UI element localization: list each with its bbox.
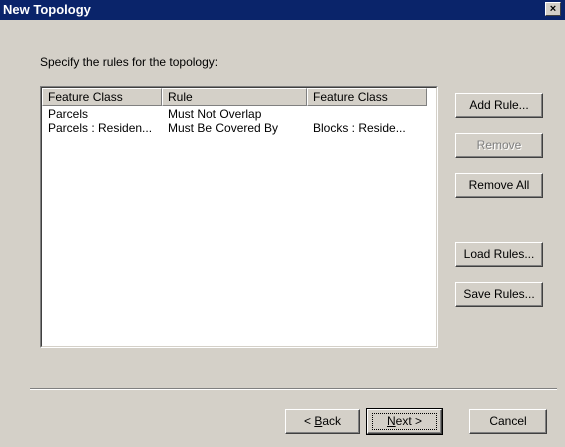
cell-feature-class: Parcels	[48, 107, 89, 121]
title-bar: New Topology ×	[0, 0, 565, 20]
rules-list[interactable]: Feature Class Rule Feature Class Parcels…	[40, 86, 438, 348]
remove-button[interactable]: Remove	[455, 133, 543, 158]
load-rules-button[interactable]: Load Rules...	[455, 242, 543, 267]
close-button[interactable]: ×	[545, 2, 561, 16]
column-header-rule[interactable]: Rule	[162, 88, 307, 106]
window-title: New Topology	[3, 2, 91, 17]
save-rules-button[interactable]: Save Rules...	[455, 282, 543, 307]
cell-feature-class-2: Blocks : Reside...	[313, 121, 406, 135]
close-icon: ×	[549, 3, 557, 15]
column-header-feature-class[interactable]: Feature Class	[42, 88, 162, 106]
cancel-button[interactable]: Cancel	[469, 409, 547, 434]
cell-rule: Must Be Covered By	[168, 121, 279, 135]
divider	[30, 388, 557, 390]
next-button[interactable]: Next >	[366, 408, 443, 435]
cell-feature-class: Parcels : Residen...	[48, 121, 153, 135]
column-header-feature-class-2[interactable]: Feature Class	[307, 88, 427, 106]
instruction-label: Specify the rules for the topology:	[40, 55, 219, 69]
back-button[interactable]: < Back	[285, 409, 360, 434]
add-rule-button[interactable]: Add Rule...	[455, 93, 543, 118]
cell-rule: Must Not Overlap	[168, 107, 262, 121]
remove-all-button[interactable]: Remove All	[455, 173, 543, 198]
